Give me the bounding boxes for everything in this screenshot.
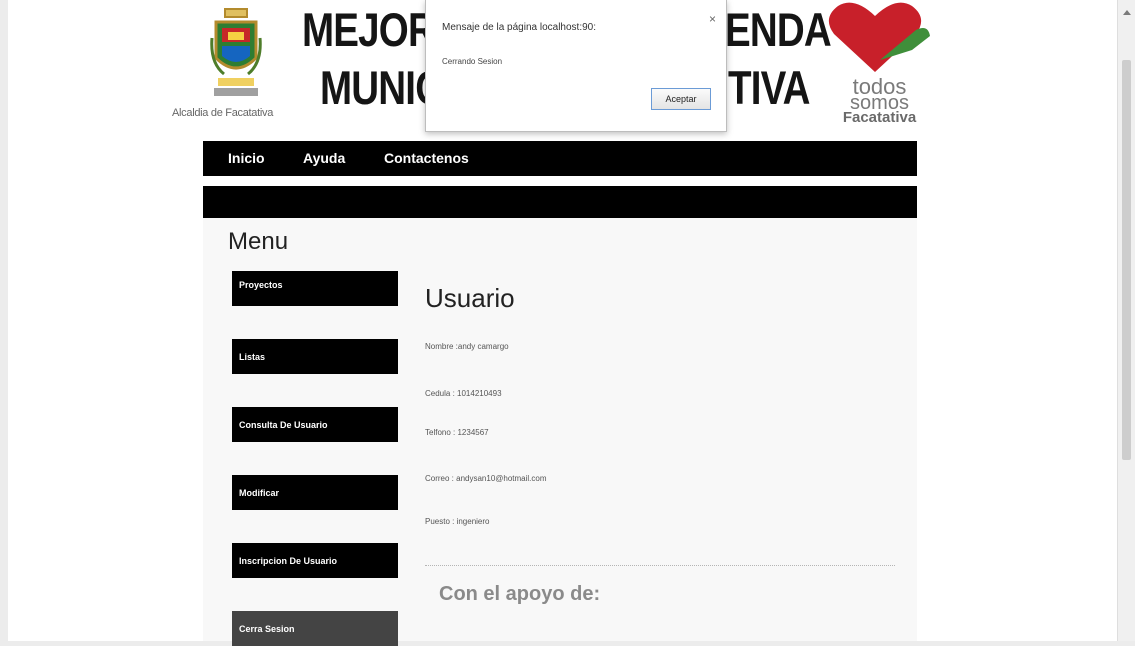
dialog-title: Mensaje de la página localhost:90: [442,22,596,33]
nav-item-contactenos[interactable]: Contactenos [384,150,469,166]
support-heading: Con el apoyo de: [439,583,601,605]
user-nombre: Nombre :andy camargo [425,342,509,351]
banner-text-right-top: ENDA [725,3,832,56]
menu-title: Menu [228,228,289,255]
todos-somos-text: todos somos Facatativa [827,76,932,126]
divider [425,565,895,566]
user-telefono: Telfono : 1234567 [425,428,489,437]
banner-text-left-top: MEJOR [302,3,436,56]
menu-button-consulta-usuario[interactable]: Consulta De Usuario [232,407,398,442]
dialog-message: Cerrando Sesion [442,57,503,66]
menu-button-modificar[interactable]: Modificar [232,475,398,510]
user-cedula: Cedula : 1014210493 [425,389,502,398]
accept-button[interactable]: Aceptar [651,88,711,110]
vertical-scrollbar[interactable] [1117,0,1135,641]
close-icon[interactable]: × [709,12,716,26]
scroll-up-icon[interactable] [1123,10,1131,15]
crest-caption: Alcaldia de Facatativa [172,107,274,119]
scrollbar-thumb[interactable] [1122,60,1131,460]
nav-item-inicio[interactable]: Inicio [228,150,265,166]
sub-bar [203,186,917,218]
menu-button-listas[interactable]: Listas [232,339,398,374]
main-nav: Inicio Ayuda Contactenos [203,141,917,176]
banner-text-left-bottom: MUNIC [320,61,443,114]
alert-dialog: Mensaje de la página localhost:90: × Cer… [425,0,727,132]
user-puesto: Puesto : ingeniero [425,517,490,526]
logo-city-text: Facatativa [842,109,917,126]
banner-text-right-bottom: TIVA [728,61,810,114]
coat-of-arms-logo [210,8,262,96]
menu-button-proyectos[interactable]: Proyectos [232,271,398,306]
user-correo: Correo : andysan10@hotmail.com [425,474,547,483]
nav-item-ayuda[interactable]: Ayuda [303,150,345,166]
menu-button-inscripcion-usuario[interactable]: Inscripcion De Usuario [232,543,398,578]
user-title: Usuario [425,283,515,313]
